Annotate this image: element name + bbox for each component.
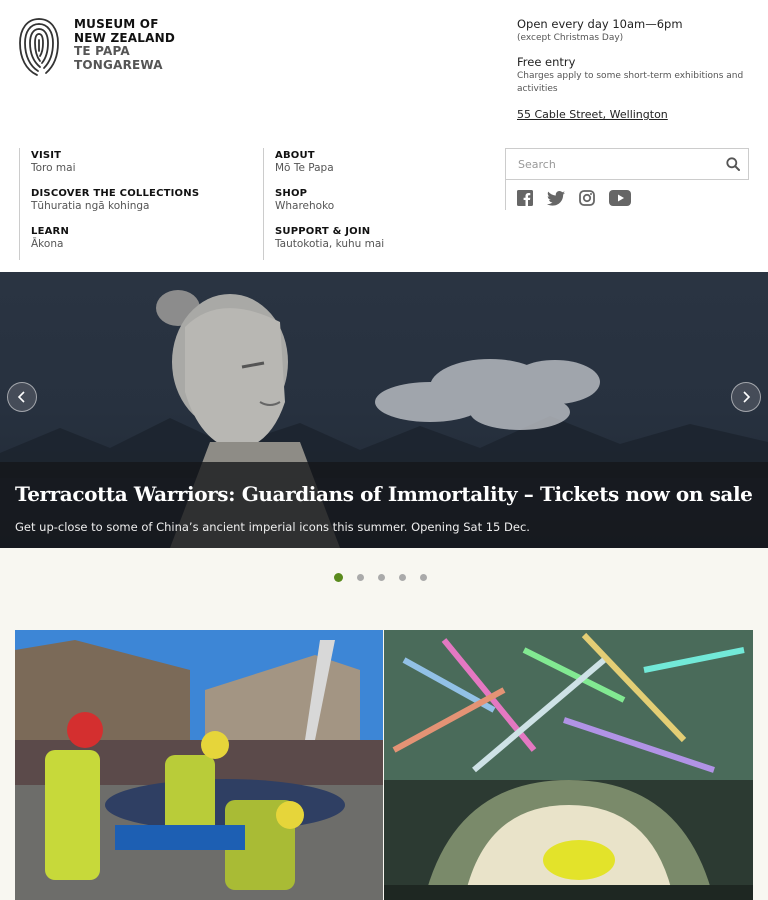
nav-item-title: SHOP: [275, 188, 308, 199]
carousel-dot-2[interactable]: [357, 574, 364, 581]
carousel-dot-3[interactable]: [378, 574, 385, 581]
search-input[interactable]: [506, 149, 718, 179]
youtube-icon[interactable]: [609, 190, 631, 206]
nav-item-about[interactable]: ABOUT Mō Te Papa: [275, 149, 505, 186]
nav-item-visit[interactable]: VISIT Toro mai: [31, 149, 262, 186]
fingerprint-logo-icon: [19, 18, 59, 76]
carousel-next-button[interactable]: [731, 382, 761, 412]
social-divider: [505, 180, 506, 210]
twitter-icon[interactable]: [547, 190, 565, 206]
carousel-dot-5[interactable]: [420, 574, 427, 581]
nav-item-title: DISCOVER THE COLLECTIONS: [31, 188, 200, 199]
entry-note: Charges apply to some short-term exhibit…: [517, 71, 744, 94]
nav-item-discover-collections[interactable]: DISCOVER THE COLLECTIONS Tūhuratia ngā k…: [31, 187, 262, 224]
social-links: [517, 190, 631, 206]
logo-line-4: TONGAREWA: [74, 57, 163, 72]
feature-card-rescue-demo[interactable]: [15, 630, 383, 900]
carousel-dot-4[interactable]: [399, 574, 406, 581]
main-nav-column-2: ABOUT Mō Te Papa SHOP Wharehoko SUPPORT …: [263, 148, 505, 260]
museum-logo[interactable]: MUSEUM OF NEW ZEALAND TE PAPA TONGAREWA: [18, 16, 175, 78]
logo-line-3: TE PAPA: [74, 44, 130, 58]
carousel-pagination: [334, 573, 427, 582]
nav-item-title: LEARN: [31, 226, 70, 237]
nav-item-learn[interactable]: LEARN Ākona: [31, 225, 262, 262]
main-nav-column-1: VISIT Toro mai DISCOVER THE COLLECTIONS …: [19, 148, 262, 260]
nav-item-support-join[interactable]: SUPPORT & JOIN Tautokotia, kuhu mai: [275, 225, 505, 262]
visitor-info: Open every day 10am—6pm (except Christma…: [517, 17, 757, 122]
opening-hours-note: (except Christmas Day): [517, 33, 624, 43]
logo-line-2: NEW ZEALAND: [74, 30, 175, 45]
nav-item-subtitle: Mō Te Papa: [275, 162, 334, 174]
opening-hours: Open every day 10am—6pm: [517, 17, 683, 31]
instagram-icon[interactable]: [579, 190, 595, 206]
search-icon[interactable]: [718, 149, 748, 179]
carousel-dot-1[interactable]: [334, 573, 343, 582]
nav-item-title: ABOUT: [275, 150, 315, 161]
site-header: MUSEUM OF NEW ZEALAND TE PAPA TONGAREWA …: [0, 0, 768, 272]
entry-info: Free entry: [517, 55, 576, 69]
nav-item-subtitle: Tautokotia, kuhu mai: [275, 238, 385, 250]
nav-item-subtitle: Toro mai: [31, 162, 76, 174]
hero-subtitle: Get up-close to some of China’s ancient …: [15, 520, 530, 534]
hero-caption[interactable]: Terracotta Warriors: Guardians of Immort…: [0, 462, 768, 548]
facebook-icon[interactable]: [517, 190, 533, 206]
hero-carousel: Terracotta Warriors: Guardians of Immort…: [0, 272, 768, 548]
nav-item-shop[interactable]: SHOP Wharehoko: [275, 187, 505, 224]
chevron-left-icon: [17, 391, 25, 403]
content-section: [0, 548, 768, 900]
nav-item-subtitle: Wharehoko: [275, 200, 335, 212]
chevron-right-icon: [743, 391, 751, 403]
nav-item-title: SUPPORT & JOIN: [275, 226, 371, 237]
nav-item-subtitle: Tūhuratia ngā kohinga: [31, 200, 150, 212]
nav-item-title: VISIT: [31, 150, 62, 161]
address-link[interactable]: 55 Cable Street, Wellington: [517, 108, 668, 121]
search-box: [505, 148, 749, 180]
hero-title[interactable]: Terracotta Warriors: Guardians of Immort…: [15, 482, 753, 506]
nav-item-subtitle: Ākona: [31, 238, 64, 250]
logo-line-1: MUSEUM OF: [74, 17, 159, 31]
cloud-image: [375, 359, 600, 430]
rescue-demo-image: [15, 630, 383, 900]
carousel-prev-button[interactable]: [7, 382, 37, 412]
feature-card-art-installation[interactable]: [384, 630, 753, 900]
logo-wordmark: MUSEUM OF NEW ZEALAND TE PAPA TONGAREWA: [74, 17, 204, 72]
art-installation-image: [384, 630, 753, 900]
